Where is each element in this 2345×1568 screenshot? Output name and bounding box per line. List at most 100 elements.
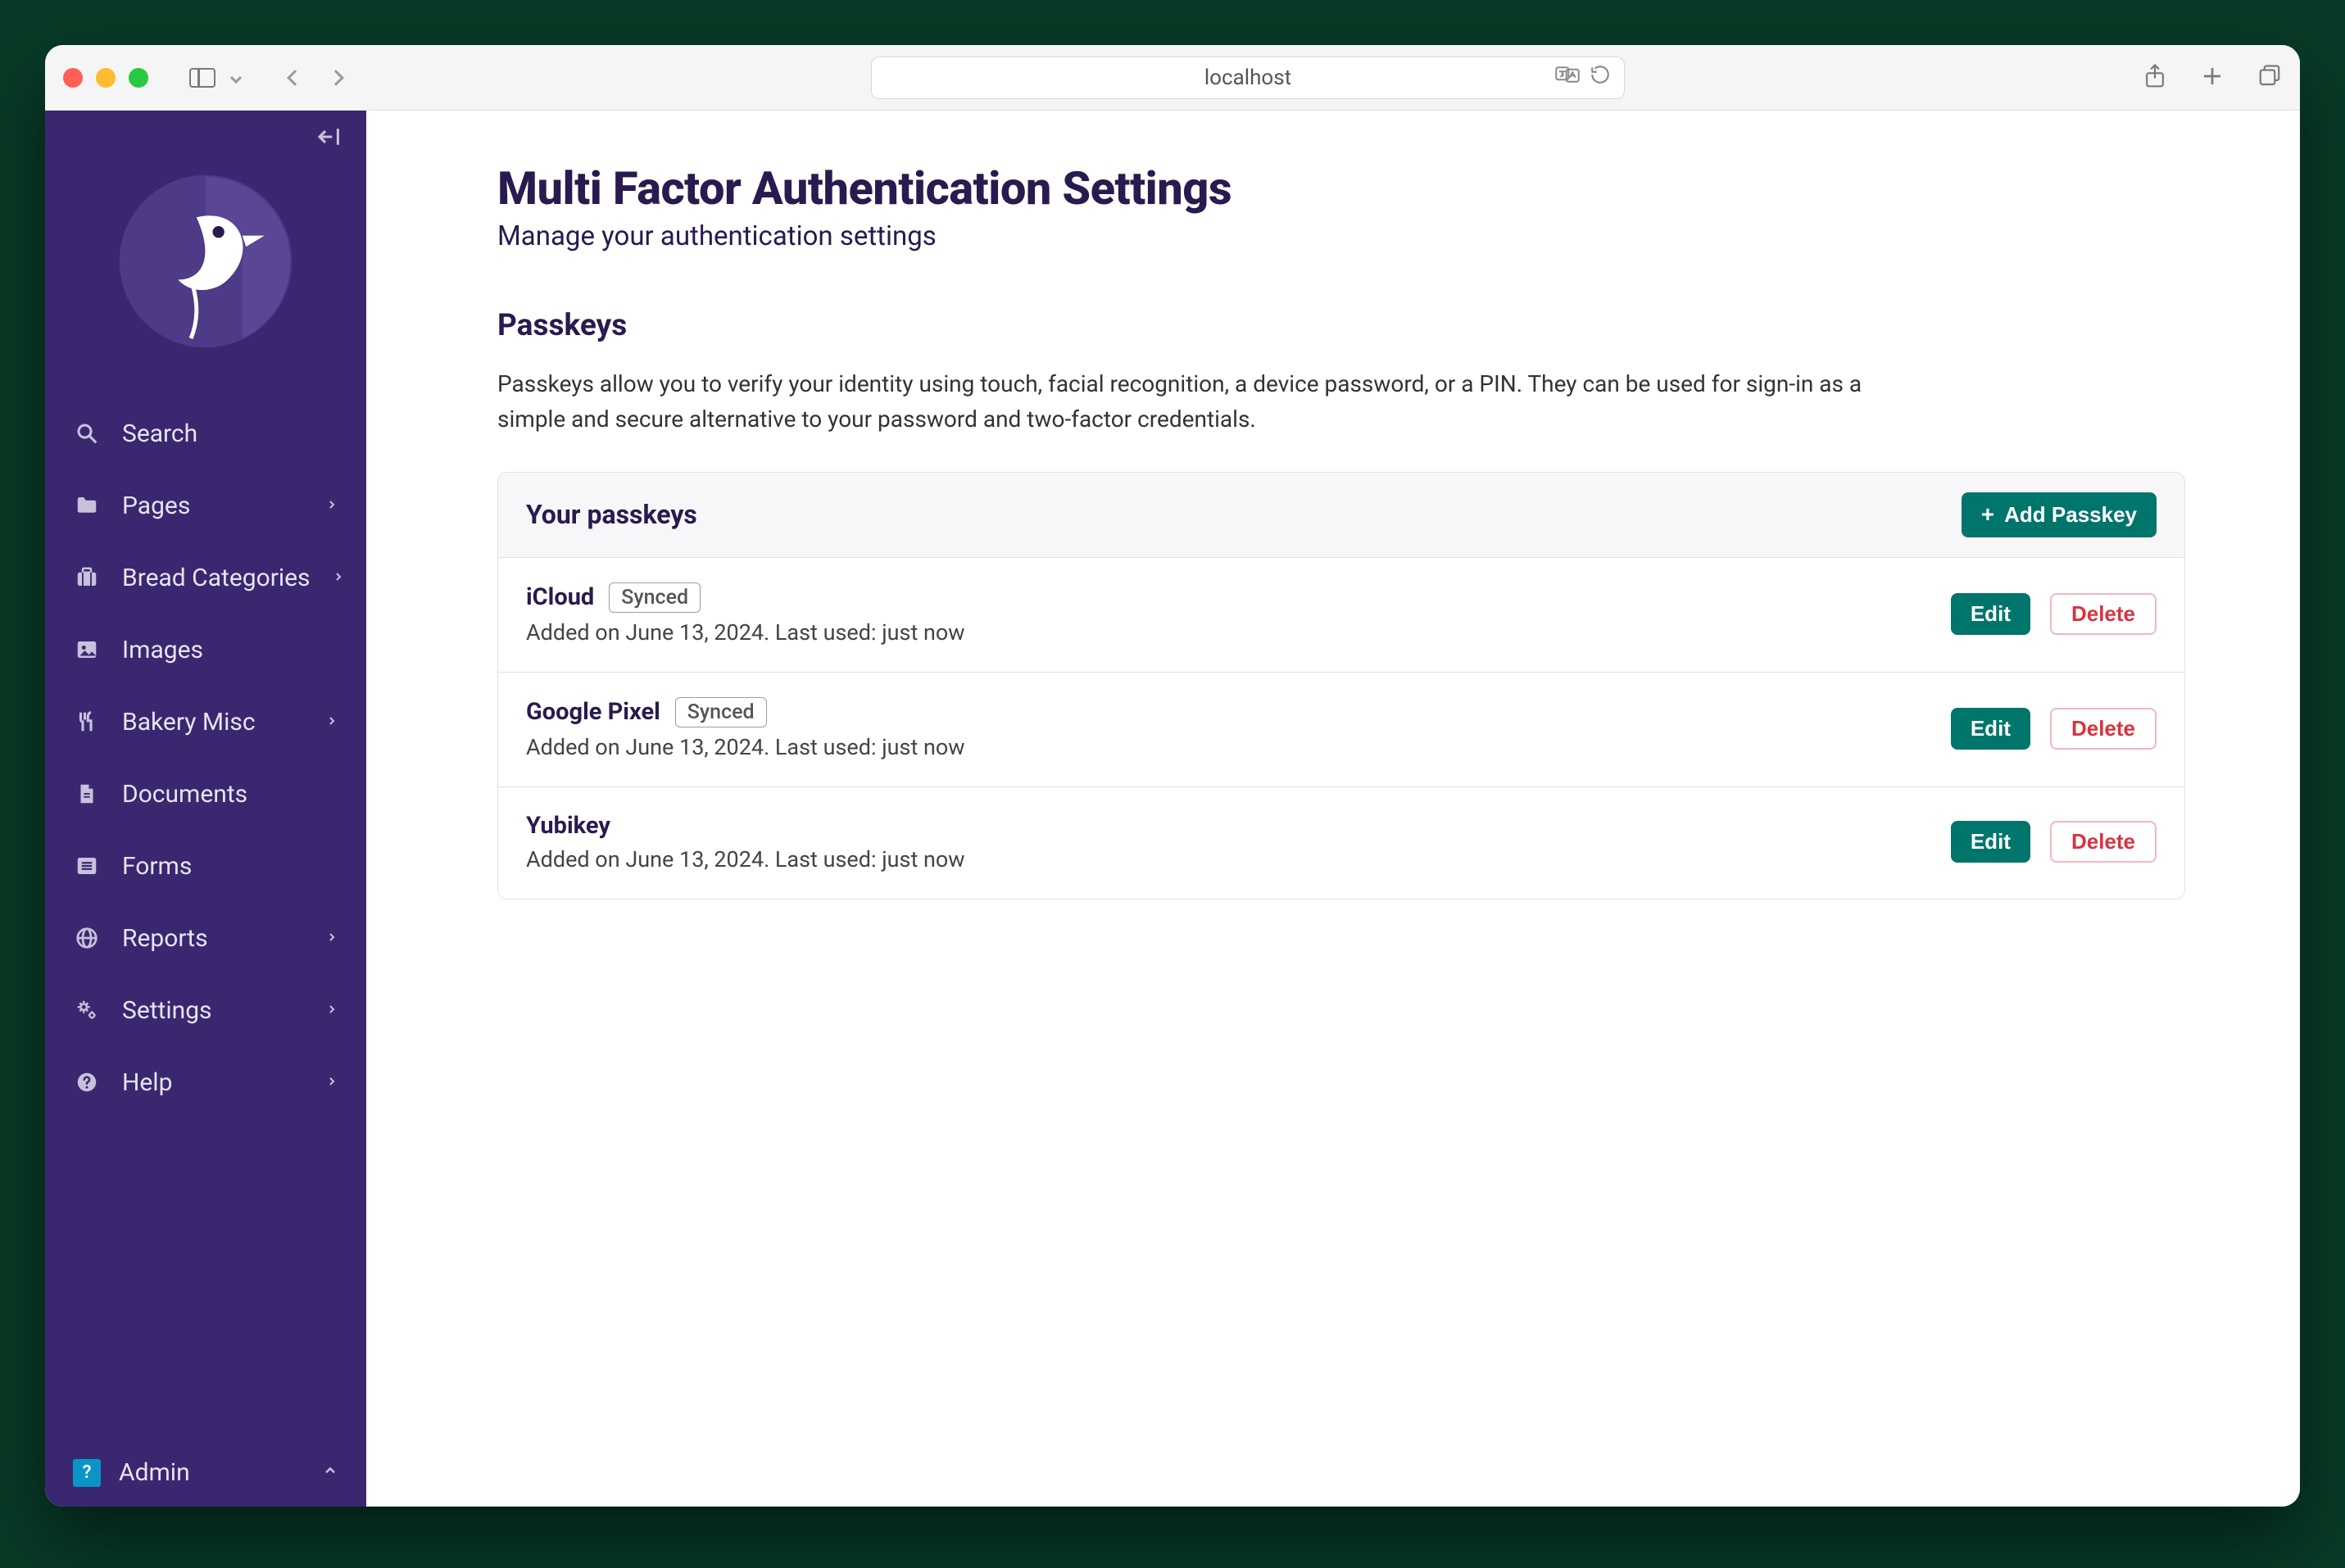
sidebar-nav: Search Pages Bread Categories Images Bakery … (45, 397, 366, 1118)
nav-back-button[interactable] (278, 69, 312, 87)
chevron-right-icon (325, 712, 338, 732)
section-title-passkeys: Passkeys (497, 308, 2185, 343)
passkey-info: YubikeyAdded on June 13, 2024. Last used… (526, 812, 1951, 872)
passkey-info: iCloud Synced Added on June 13, 2024. Last… (526, 582, 1951, 646)
sidebar-item-bakery-misc[interactable]: Bakery Misc (45, 686, 366, 758)
gears-icon (73, 996, 101, 1024)
add-passkey-button[interactable]: + Add Passkey (1962, 492, 2157, 537)
reload-icon[interactable] (1590, 64, 1611, 91)
chevron-right-icon (325, 1072, 338, 1092)
synced-tag: Synced (675, 697, 767, 727)
main-content: Multi Factor Authentication Settings Man… (366, 111, 2300, 1507)
sidebar-item-label: Reports (122, 924, 304, 953)
page-subtitle: Manage your authentication settings (497, 220, 2185, 252)
sidebar-item-label: Bakery Misc (122, 708, 304, 736)
list-icon (73, 852, 101, 880)
collapse-icon (317, 125, 345, 148)
passkey-name: Google Pixel (526, 698, 660, 726)
passkey-meta: Added on June 13, 2024. Last used: just … (526, 846, 1951, 872)
sidebar-item-search[interactable]: Search (45, 397, 366, 469)
globe-icon (73, 924, 101, 952)
sidebar-item-documents[interactable]: Documents (45, 758, 366, 830)
browser-window: localhost (45, 45, 2300, 1507)
passkey-meta: Added on June 13, 2024. Last used: just … (526, 619, 1951, 646)
synced-tag: Synced (609, 582, 701, 613)
image-icon (73, 636, 101, 664)
sidebar-icon (189, 68, 215, 88)
app: Search Pages Bread Categories Images Bakery … (45, 111, 2300, 1507)
sidebar-item-pages[interactable]: Pages (45, 469, 366, 542)
passkey-info: Google Pixel Synced Added on June 13, 2024… (526, 697, 1951, 760)
sidebar-item-reports[interactable]: Reports (45, 902, 366, 974)
address-bar[interactable]: localhost (871, 57, 1625, 99)
passkey-actions: Edit Delete (1951, 708, 2157, 750)
sidebar-item-label: Settings (122, 996, 304, 1025)
sidebar-menu-button[interactable] (227, 69, 245, 87)
share-button[interactable] (2143, 63, 2167, 93)
passkey-actions: Edit Delete (1951, 593, 2157, 635)
user-name: Admin (119, 1458, 304, 1487)
window-controls (63, 68, 148, 88)
edit-passkey-button[interactable]: Edit (1951, 821, 2030, 863)
sidebar-item-bread-categories[interactable]: Bread Categories (45, 542, 366, 614)
chevron-up-icon (322, 1462, 338, 1483)
page-title: Multi Factor Authentication Settings (497, 161, 2185, 215)
edit-passkey-button[interactable]: Edit (1951, 593, 2030, 635)
search-icon (73, 419, 101, 447)
sidebar-item-label: Bread Categories (122, 564, 311, 592)
passkey-row: Google Pixel Synced Added on June 13, 2024… (498, 673, 2184, 787)
chevron-down-icon (230, 71, 242, 83)
translate-icon[interactable] (1555, 64, 1580, 91)
sidebar-item-label: Pages (122, 492, 304, 520)
chevron-left-icon (287, 70, 303, 86)
sidebar-toggle-button[interactable] (184, 63, 220, 93)
help-icon (73, 1068, 101, 1096)
sidebar-item-label: Images (122, 636, 338, 664)
passkey-actions: Edit Delete (1951, 821, 2157, 863)
passkey-row: iCloud Synced Added on June 13, 2024. Last… (498, 558, 2184, 673)
passkey-name: iCloud (526, 583, 594, 611)
new-tab-button[interactable] (2200, 64, 2225, 92)
sidebar: Search Pages Bread Categories Images Bakery … (45, 111, 366, 1507)
chevron-right-icon (325, 496, 338, 515)
avatar: ? (73, 1459, 101, 1487)
edit-passkey-button[interactable]: Edit (1951, 708, 2030, 750)
passkeys-card-title: Your passkeys (526, 499, 1962, 530)
passkeys-card-header: Your passkeys + Add Passkey (498, 473, 2184, 558)
passkey-row: YubikeyAdded on June 13, 2024. Last used… (498, 787, 2184, 899)
delete-passkey-button[interactable]: Delete (2050, 821, 2157, 863)
sidebar-collapse-button[interactable] (317, 125, 345, 148)
passkeys-card: Your passkeys + Add Passkey iCloud Synced… (497, 472, 2185, 900)
sidebar-item-help[interactable]: Help (45, 1046, 366, 1118)
chevron-right-icon (328, 70, 344, 86)
app-logo (45, 170, 366, 353)
user-menu[interactable]: ? Admin (45, 1439, 366, 1507)
tab-overview-button[interactable] (2257, 64, 2282, 92)
close-window-button[interactable] (63, 68, 83, 88)
address-text: localhost (1204, 66, 1291, 90)
maximize-window-button[interactable] (129, 68, 148, 88)
utensils-icon (73, 708, 101, 736)
sidebar-item-label: Forms (122, 852, 338, 881)
passkeys-list: iCloud Synced Added on June 13, 2024. Last… (498, 558, 2184, 899)
sidebar-item-images[interactable]: Images (45, 614, 366, 686)
sidebar-item-label: Search (122, 419, 338, 448)
plus-icon: + (1981, 503, 1994, 526)
sidebar-item-settings[interactable]: Settings (45, 974, 366, 1046)
delete-passkey-button[interactable]: Delete (2050, 708, 2157, 750)
browser-toolbar: localhost (45, 45, 2300, 111)
document-icon (73, 780, 101, 808)
chevron-right-icon (332, 568, 345, 587)
minimize-window-button[interactable] (96, 68, 116, 88)
sidebar-item-forms[interactable]: Forms (45, 830, 366, 902)
nav-forward-button[interactable] (319, 69, 353, 87)
wagtail-logo-icon (114, 170, 297, 353)
folder-icon (73, 492, 101, 519)
chevron-right-icon (325, 928, 338, 948)
passkey-meta: Added on June 13, 2024. Last used: just … (526, 734, 1951, 760)
add-passkey-label: Add Passkey (2004, 502, 2137, 528)
sidebar-item-label: Documents (122, 780, 338, 809)
chevron-right-icon (325, 1000, 338, 1020)
delete-passkey-button[interactable]: Delete (2050, 593, 2157, 635)
section-desc-passkeys: Passkeys allow you to verify your identi… (497, 366, 1890, 437)
